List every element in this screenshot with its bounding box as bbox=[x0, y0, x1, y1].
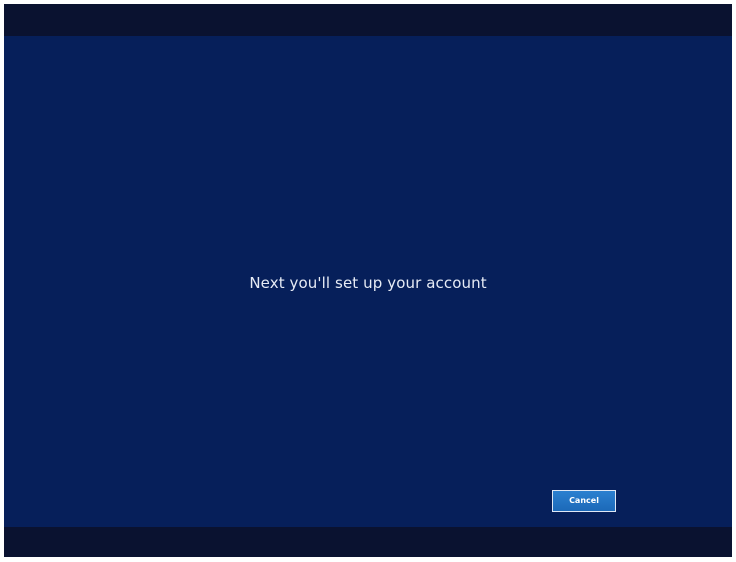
top-bar bbox=[4, 4, 732, 36]
setup-message: Next you'll set up your account bbox=[249, 274, 487, 292]
screen: Next you'll set up your account Cancel bbox=[0, 0, 736, 562]
cancel-button[interactable]: Cancel bbox=[552, 490, 616, 512]
setup-content: Next you'll set up your account Cancel bbox=[4, 36, 732, 527]
setup-window: Next you'll set up your account Cancel bbox=[4, 4, 732, 557]
bottom-bar bbox=[4, 527, 732, 557]
